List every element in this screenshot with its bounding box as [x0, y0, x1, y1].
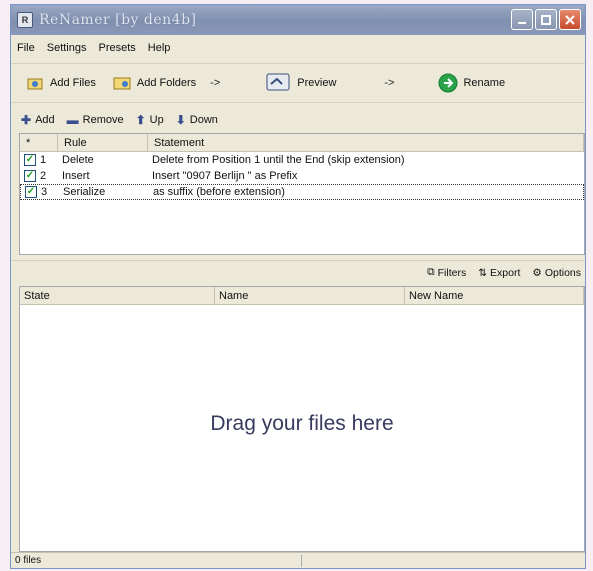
add-rule-label: Add — [35, 114, 55, 126]
minus-icon: ▬ — [66, 113, 79, 127]
drag-files-hint: Drag your files here — [210, 412, 394, 435]
app-icon: R — [17, 12, 33, 28]
maximize-button[interactable] — [535, 9, 557, 30]
menu-help[interactable]: Help — [148, 42, 171, 54]
renamer-window: R ReNamer [by den4b] File Settings Prese… — [10, 4, 586, 569]
menu-file[interactable]: File — [17, 42, 35, 54]
rule-statement: Delete from Position 1 until the End (sk… — [152, 154, 405, 166]
rule-index: 3 — [41, 186, 48, 198]
rule-index: 1 — [40, 154, 47, 166]
preview-icon — [264, 73, 292, 93]
rule-check-cell: ✓ 1 — [20, 154, 58, 166]
preview-label: Preview — [297, 77, 337, 89]
move-down-label: Down — [189, 114, 218, 126]
export-icon: ⇅ — [478, 266, 488, 279]
files-table-header: State Name New Name — [20, 287, 584, 305]
file-count: 0 files — [15, 555, 42, 566]
rules-toolbar: ✚ Add ▬ Remove ⬆ Up ⬇ Down — [11, 109, 585, 131]
filters-button[interactable]: ⧉ Filters — [427, 266, 466, 279]
add-rule-button[interactable]: ✚ Add — [21, 113, 55, 127]
rule-statement: Insert "0907 Berlijn " as Prefix — [152, 170, 298, 182]
arrow-separator-2: -> — [384, 77, 395, 89]
rule-name: Serialize — [63, 186, 106, 198]
column-header-name[interactable]: Name — [215, 287, 405, 304]
add-files-button[interactable]: Add Files — [21, 69, 100, 97]
files-toolbar: ⧉ Filters ⇅ Export ⚙ Options — [11, 260, 585, 284]
rule-index: 2 — [40, 170, 47, 182]
filter-icon: ⧉ — [427, 266, 435, 278]
rule-check-cell: ✓ 3 — [21, 186, 59, 198]
move-up-button[interactable]: ⬆ Up — [136, 113, 164, 127]
window-controls — [511, 9, 581, 30]
window-title: ReNamer [by den4b] — [39, 12, 197, 28]
column-header-state[interactable]: State — [20, 287, 215, 304]
rename-icon — [438, 73, 458, 93]
remove-rule-button[interactable]: ▬ Remove — [67, 113, 124, 127]
rule-checkbox[interactable]: ✓ — [25, 186, 37, 198]
export-label: Export — [490, 266, 521, 279]
move-down-button[interactable]: ⬇ Down — [176, 113, 218, 127]
close-button[interactable] — [559, 9, 581, 30]
rule-check-cell: ✓ 2 — [20, 170, 58, 182]
move-up-label: Up — [149, 114, 164, 126]
files-list[interactable]: State Name New Name Drag your files here — [19, 286, 585, 552]
menu-presets[interactable]: Presets — [98, 42, 135, 54]
menu-settings[interactable]: Settings — [47, 42, 87, 54]
options-icon: ⚙ — [532, 266, 542, 279]
add-folders-icon — [112, 73, 132, 93]
arrow-down-icon: ⬇ — [175, 113, 186, 127]
add-folders-label: Add Folders — [136, 77, 197, 89]
arrow-separator-1: -> — [210, 77, 221, 89]
menu-bar: File Settings Presets Help — [11, 38, 585, 58]
close-icon — [565, 14, 575, 25]
options-label: Options — [544, 266, 581, 279]
rule-row[interactable]: ✓ 1 Delete Delete from Position 1 until … — [20, 152, 584, 168]
column-header-statement[interactable]: Statement — [148, 134, 584, 151]
plus-icon: ✚ — [21, 113, 32, 127]
column-header-new-name[interactable]: New Name — [405, 287, 584, 304]
title-bar[interactable]: R ReNamer [by den4b] — [11, 5, 585, 35]
preview-button[interactable]: Preview — [260, 69, 340, 97]
main-toolbar: Add Files Add Folders -> Preview -> Rena… — [11, 63, 585, 103]
add-files-label: Add Files — [50, 77, 96, 89]
rule-statement: as suffix (before extension) — [153, 186, 285, 198]
minimize-icon — [518, 21, 526, 24]
minimize-button[interactable] — [511, 9, 533, 30]
status-bar: 0 files — [11, 552, 585, 568]
add-files-icon — [25, 73, 45, 93]
rule-row[interactable]: ✓ 2 Insert Insert "0907 Berlijn " as Pre… — [20, 168, 584, 184]
rules-table-header: * Rule Statement — [20, 134, 584, 152]
rule-name: Delete — [62, 154, 94, 166]
rule-checkbox[interactable]: ✓ — [24, 170, 36, 182]
status-divider — [301, 555, 302, 567]
export-button[interactable]: ⇅ Export — [478, 267, 520, 279]
rules-table: * Rule Statement ✓ 1 Delete Delete from … — [19, 133, 585, 255]
filters-label: Filters — [437, 266, 467, 279]
rule-name: Insert — [62, 170, 90, 182]
maximize-icon — [541, 14, 551, 25]
options-button[interactable]: ⚙ Options — [532, 267, 581, 279]
rule-checkbox[interactable]: ✓ — [24, 154, 36, 166]
rename-button[interactable]: Rename — [434, 69, 509, 97]
remove-rule-label: Remove — [82, 114, 124, 126]
column-header-order[interactable]: * — [20, 134, 58, 151]
rename-label: Rename — [463, 77, 506, 89]
add-folders-button[interactable]: Add Folders — [108, 69, 200, 97]
rule-row[interactable]: ✓ 3 Serialize as suffix (before extensio… — [20, 184, 584, 200]
arrow-up-icon: ⬆ — [135, 113, 146, 127]
column-header-rule[interactable]: Rule — [58, 134, 148, 151]
